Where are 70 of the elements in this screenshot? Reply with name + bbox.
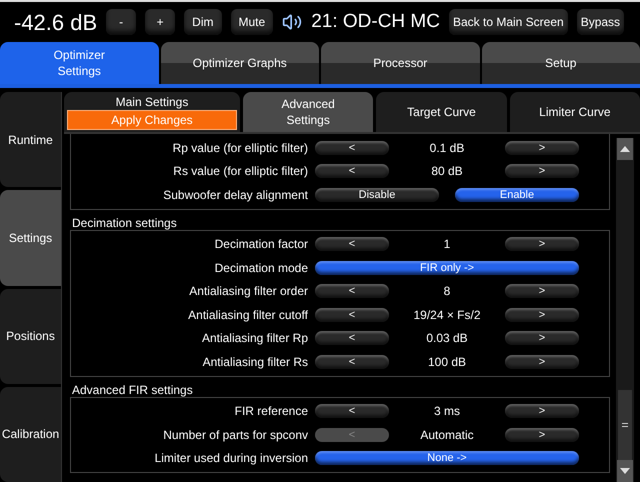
sub-tab[interactable]: Main Settings Apply Changes bbox=[64, 92, 240, 132]
setting-value: 19/24 × Fs/2 bbox=[412, 306, 482, 324]
decrease-button[interactable]: < bbox=[315, 404, 389, 418]
setting-label: Antialiasing filter Rs bbox=[202, 354, 309, 371]
setting-value: 1 bbox=[442, 236, 452, 254]
tab-label: Main Settings bbox=[116, 95, 188, 109]
sub-tab[interactable]: Limiter Curve bbox=[510, 92, 640, 132]
setting-label: FIR reference bbox=[234, 403, 309, 420]
setting-label: Decimation factor bbox=[214, 236, 309, 254]
preset-name: 21: OD-CH MC bbox=[311, 10, 440, 34]
main-tab[interactable]: Processor bbox=[321, 42, 480, 84]
top-button[interactable]: + bbox=[145, 9, 176, 35]
mode-select[interactable]: FIR only -> bbox=[315, 260, 579, 275]
main-tab[interactable]: Optimizer Settings bbox=[0, 42, 158, 84]
decrease-button[interactable]: < bbox=[315, 308, 389, 322]
decrease-button[interactable]: < bbox=[315, 284, 389, 298]
increase-button[interactable]: > bbox=[505, 164, 579, 178]
speaker-icon[interactable] bbox=[282, 12, 302, 32]
top-button[interactable]: Dim bbox=[184, 9, 222, 35]
group-title: Decimation settings bbox=[71, 216, 178, 230]
decrease-button[interactable]: < bbox=[315, 331, 389, 346]
volume-level: -42.6 dB bbox=[14, 8, 98, 36]
increase-button[interactable]: > bbox=[505, 308, 579, 322]
top-button[interactable]: Mute bbox=[230, 9, 274, 35]
scroll-thumb[interactable] bbox=[618, 390, 632, 460]
sub-tab[interactable]: Target Curve bbox=[376, 92, 507, 132]
setting-label: Rs value (for elliptic filter) bbox=[172, 163, 309, 180]
setting-label: Decimation mode bbox=[214, 260, 309, 277]
top-button[interactable]: Back to Main Screen bbox=[448, 9, 568, 35]
decrease-button[interactable]: < bbox=[315, 237, 389, 252]
setting-value: 100 dB bbox=[426, 354, 468, 371]
setting-label: Limiter used during inversion bbox=[154, 450, 309, 468]
scrollbar[interactable] bbox=[616, 138, 634, 482]
increase-button[interactable]: > bbox=[505, 237, 579, 252]
decrease-button[interactable]: < bbox=[315, 164, 389, 178]
setting-value: 80 dB bbox=[430, 163, 464, 180]
setting-label: Subwoofer delay alignment bbox=[162, 186, 309, 204]
group-title: Advanced FIR settings bbox=[71, 382, 194, 396]
decrease-button[interactable]: < bbox=[315, 354, 389, 369]
option-button[interactable]: Disable bbox=[315, 188, 439, 202]
mode-select[interactable]: None -> bbox=[315, 451, 579, 466]
scroll-up-icon[interactable] bbox=[617, 138, 633, 160]
top-button[interactable]: Bypass bbox=[576, 9, 624, 35]
setting-value: Automatic bbox=[419, 426, 475, 444]
main-tab[interactable]: Setup bbox=[482, 42, 640, 84]
scroll-down-icon[interactable] bbox=[617, 460, 633, 482]
side-tab[interactable]: Runtime bbox=[0, 92, 61, 188]
increase-button[interactable]: > bbox=[505, 404, 579, 418]
top-button[interactable]: - bbox=[106, 9, 136, 35]
increase-button[interactable]: > bbox=[505, 284, 579, 298]
setting-label: Antialiasing filter cutoff bbox=[187, 306, 309, 324]
increase-button[interactable]: > bbox=[505, 331, 579, 346]
side-tab[interactable]: Positions bbox=[0, 288, 61, 384]
decrease-button[interactable]: < bbox=[315, 140, 389, 155]
increase-button[interactable]: > bbox=[505, 354, 579, 369]
increase-button[interactable]: > bbox=[505, 140, 579, 155]
setting-label: Rp value (for elliptic filter) bbox=[172, 140, 309, 157]
setting-label: Number of parts for spconv bbox=[162, 426, 309, 444]
side-tab[interactable]: Calibration bbox=[0, 386, 61, 482]
main-tab[interactable]: Optimizer Graphs bbox=[160, 42, 319, 84]
setting-value: 8 bbox=[442, 283, 452, 300]
option-button[interactable]: Enable bbox=[455, 188, 579, 202]
increase-button[interactable]: > bbox=[505, 428, 579, 442]
setting-value: 0.03 dB bbox=[425, 330, 469, 348]
setting-value: 3 ms bbox=[432, 403, 461, 420]
setting-value: 0.1 dB bbox=[428, 140, 466, 157]
setting-label: Antialiasing filter Rp bbox=[200, 330, 309, 348]
sub-tab[interactable]: Advanced Settings bbox=[243, 92, 374, 132]
side-tab[interactable]: Settings bbox=[0, 190, 61, 286]
setting-label: Antialiasing filter order bbox=[188, 283, 309, 300]
